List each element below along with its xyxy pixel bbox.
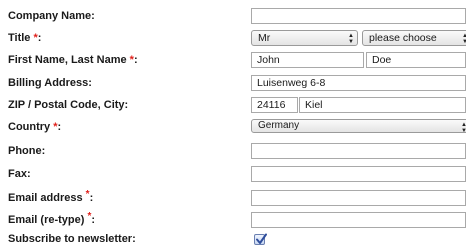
up-down-arrows-icon: ▲▼: [462, 33, 466, 45]
country-value: Germany: [258, 120, 300, 131]
email-retype-row: Email (re-type) *:: [0, 211, 466, 230]
name-row: First Name, Last Name *: John Doe: [0, 52, 466, 70]
newsletter-label: Subscribe to newsletter:: [8, 233, 136, 245]
email-retype-input[interactable]: [251, 212, 466, 228]
phone-label: Phone:: [8, 145, 46, 157]
newsletter-row: Subscribe to newsletter:: [0, 231, 466, 249]
last-name-input[interactable]: Doe: [366, 52, 466, 68]
country-label: Country *:: [8, 121, 62, 133]
fax-row: Fax:: [0, 166, 466, 184]
first-name-input[interactable]: John: [251, 52, 364, 68]
zip-input[interactable]: 24116: [251, 97, 298, 113]
checkmark-icon: [256, 233, 267, 244]
email-row: Email address *:: [0, 189, 466, 208]
phone-row: Phone:: [0, 143, 466, 161]
fax-label: Fax:: [8, 168, 31, 180]
name-label: First Name, Last Name *:: [8, 54, 138, 66]
up-down-arrows-icon: ▲▼: [461, 122, 466, 132]
email-label: Email address *:: [8, 189, 94, 204]
salutation-select[interactable]: Mr ▲ ▼: [251, 30, 358, 46]
country-select[interactable]: Germany ▲▼: [251, 119, 466, 133]
up-down-arrows-icon: ▲▼: [348, 33, 354, 45]
academic-title-select[interactable]: please choose ▲▼: [362, 30, 466, 46]
city-input[interactable]: Kiel: [299, 97, 466, 113]
company-row: Company Name:: [0, 8, 466, 26]
title-row: Title *: Mr ▲▼ please choose ▲▼: [0, 30, 466, 48]
billing-address-input[interactable]: Luisenweg 6-8: [251, 75, 466, 91]
email-input[interactable]: [251, 190, 466, 206]
title-label: Title *:: [8, 32, 42, 44]
required-asterisk: *: [87, 211, 92, 222]
phone-input[interactable]: [251, 143, 466, 159]
academic-title-value: please choose: [369, 32, 437, 44]
company-input[interactable]: [251, 8, 466, 24]
zip-city-label: ZIP / Postal Code, City:: [8, 99, 129, 111]
newsletter-checkbox[interactable]: [254, 233, 267, 245]
fax-input[interactable]: [251, 166, 466, 182]
zip-city-row: ZIP / Postal Code, City: 24116 Kiel: [0, 97, 466, 115]
billing-row: Billing Address: Luisenweg 6-8: [0, 75, 466, 93]
company-label: Company Name:: [8, 10, 95, 22]
country-row: Country *: Germany ▲▼: [0, 119, 466, 137]
salutation-value: Mr: [258, 32, 271, 44]
billing-label: Billing Address:: [8, 77, 92, 89]
email-retype-label: Email (re-type) *:: [8, 211, 96, 226]
required-asterisk: *: [85, 189, 90, 200]
